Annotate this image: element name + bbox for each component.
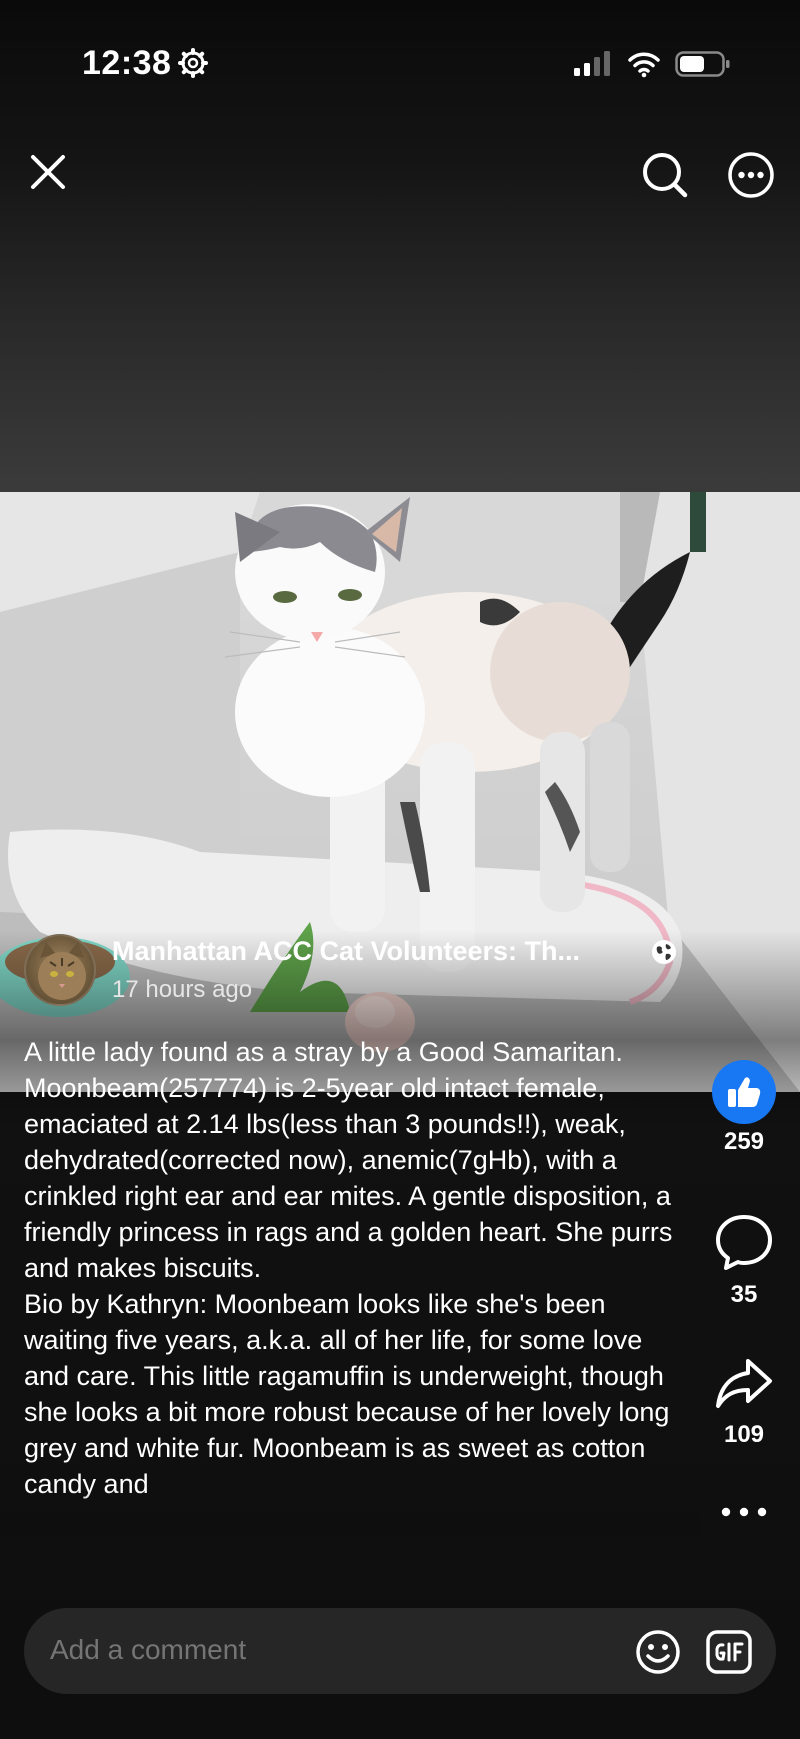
ellipsis-icon[interactable] bbox=[719, 1504, 769, 1520]
share-count: 109 bbox=[723, 1421, 765, 1448]
author-name[interactable]: Manhattan ACC Cat Volunteers: Th... bbox=[112, 936, 580, 967]
page-avatar[interactable] bbox=[24, 934, 96, 1006]
comment-input[interactable] bbox=[50, 1634, 530, 1666]
share-button[interactable]: 109 bbox=[706, 1356, 782, 1449]
like-button[interactable]: 259 bbox=[706, 1060, 782, 1156]
cellular-signal-icon bbox=[574, 51, 610, 76]
battery-icon bbox=[675, 51, 730, 77]
caption-paragraph: Bio by Kathryn: Moonbeam looks like she'… bbox=[24, 1289, 670, 1499]
caption-fade bbox=[0, 1490, 700, 1536]
close-icon[interactable] bbox=[26, 150, 70, 194]
post-timestamp: 17 hours ago bbox=[112, 976, 253, 1003]
status-time: 12:38 bbox=[82, 44, 172, 82]
globe-icon bbox=[652, 940, 676, 964]
more-actions-button[interactable] bbox=[706, 1504, 782, 1525]
more-options-icon[interactable] bbox=[726, 150, 776, 200]
search-icon[interactable] bbox=[640, 150, 690, 200]
like-count: 259 bbox=[723, 1128, 765, 1155]
comment-icon[interactable] bbox=[714, 1212, 774, 1272]
comment-bar bbox=[24, 1608, 776, 1694]
gear-icon bbox=[178, 48, 208, 78]
reel-viewer: 12:38 Manhattan ACC Cat Volunteers: Th..… bbox=[0, 0, 800, 1739]
post-caption[interactable]: A little lady found as a stray by a Good… bbox=[24, 1034, 692, 1534]
emoji-icon[interactable] bbox=[634, 1628, 682, 1676]
caption-paragraph: A little lady found as a stray by a Good… bbox=[24, 1037, 673, 1283]
wifi-icon bbox=[628, 52, 660, 78]
share-icon[interactable] bbox=[714, 1356, 774, 1412]
like-icon[interactable] bbox=[712, 1060, 776, 1124]
comment-count: 35 bbox=[730, 1281, 758, 1308]
gif-icon[interactable] bbox=[706, 1630, 752, 1674]
comment-button[interactable]: 35 bbox=[706, 1212, 782, 1309]
